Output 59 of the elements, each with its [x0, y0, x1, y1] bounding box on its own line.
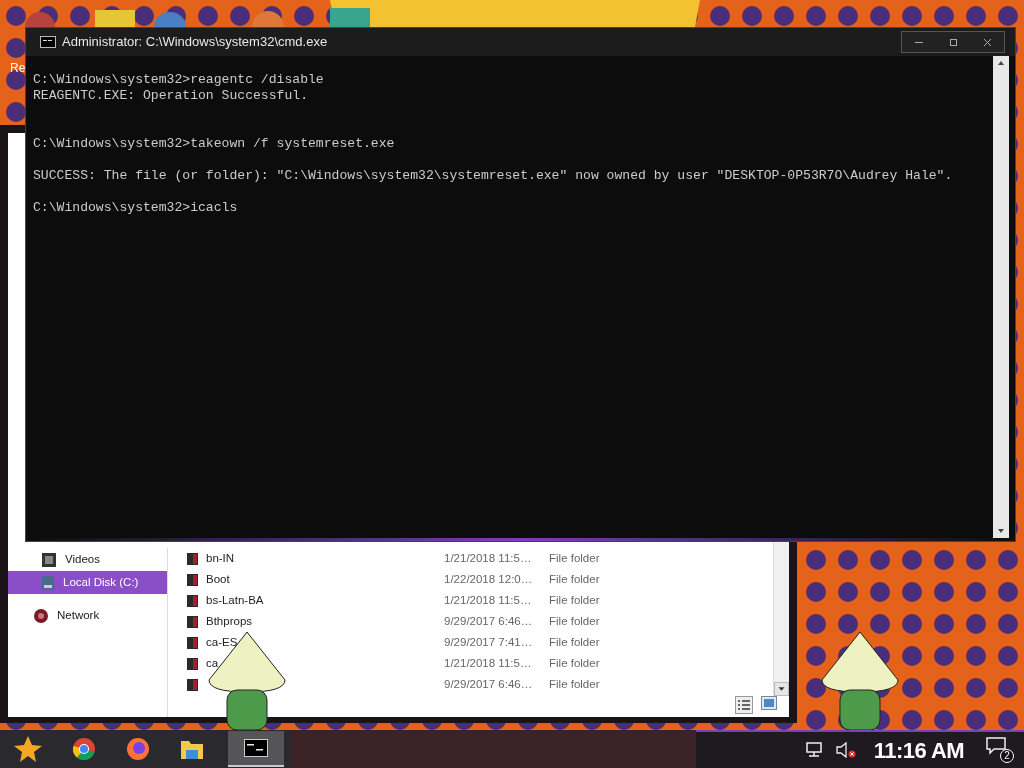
file-date: 9/29/2017 6:46…	[444, 676, 534, 692]
console-icon	[40, 36, 56, 48]
console-line: C:\Windows\system32>takeown /f systemreset.exe	[33, 136, 396, 152]
desktop-icon[interactable]	[25, 10, 55, 27]
file-date: 1/21/2018 11:5…	[444, 655, 533, 671]
minimize-icon	[915, 41, 923, 43]
desktop-icon[interactable]	[252, 10, 284, 27]
file-date: 9/29/2017 7:41…	[444, 634, 534, 650]
file-type: File folder	[549, 613, 600, 629]
sidebar-item[interactable]: Videos	[8, 548, 167, 571]
file-type: File folder	[549, 676, 600, 692]
console-line: C:\Windows\system32>icacls	[33, 200, 239, 216]
notification-count: 2	[1000, 749, 1014, 763]
file-name[interactable]: ca	[206, 654, 444, 673]
close-icon	[983, 38, 991, 46]
file-type: File folder	[549, 571, 600, 587]
folder-icon	[186, 614, 199, 629]
volume-icon[interactable]	[835, 742, 856, 758]
folder-icon	[186, 551, 199, 566]
file-name[interactable]: bs-Latn-BA	[206, 591, 444, 610]
file-name[interactable]: Bthprops	[206, 612, 444, 631]
file-name[interactable]: ca-ES	[206, 633, 444, 652]
sidebar-item[interactable]: Network	[8, 604, 167, 627]
folder-icon	[186, 635, 199, 650]
maximize-icon	[949, 38, 957, 46]
console-line: SUCCESS: The file (or folder): "C:\Windows\system32\systemreset.exe" now owned by user "DESKTOP-0P53R7O\Audrey Hale".	[33, 168, 954, 184]
file-date: 1/21/2018 11:5…	[444, 550, 533, 566]
details-view-icon[interactable]	[735, 696, 753, 714]
file-date: 1/22/2018 12:0…	[444, 571, 534, 587]
file-date: 1/21/2018 11:5…	[444, 592, 533, 608]
console-icon	[244, 739, 268, 757]
drive-icon	[41, 574, 55, 591]
notification-icon	[986, 737, 1006, 755]
console-line: C:\Windows\system32>reagentc /disable	[33, 72, 325, 88]
start-icon	[14, 736, 42, 762]
file-date: 9/29/2017 6:46…	[444, 613, 534, 629]
folder-icon	[186, 656, 199, 671]
folder-icon	[186, 593, 199, 608]
sidebar-item[interactable]: Local Disk (C:)	[8, 571, 167, 594]
folder-icon	[186, 572, 199, 587]
preview-view-icon[interactable]	[761, 696, 777, 710]
file-type: File folder	[549, 550, 600, 566]
chrome-icon	[72, 737, 96, 761]
clock[interactable]: 11:16 AM	[873, 733, 964, 767]
notification-button[interactable]: 2	[986, 737, 1014, 763]
file-type: File folder	[549, 655, 600, 671]
window-title: Administrator: C:\Windows\system32\cmd.exe	[62, 33, 329, 52]
scroll-down-icon[interactable]	[774, 682, 789, 696]
desktop-icon[interactable]	[154, 12, 186, 27]
file-type: File folder	[549, 592, 600, 608]
console-line: REAGENTC.EXE: Operation Successful.	[33, 88, 309, 104]
folder-icon	[180, 738, 204, 760]
taskbar-button[interactable]	[228, 731, 284, 767]
file-name[interactable]: Boot	[206, 570, 444, 589]
folder-icon	[186, 677, 199, 692]
file-type: File folder	[549, 634, 600, 650]
file-name[interactable]: bn-IN	[206, 549, 444, 568]
network-icon[interactable]	[805, 742, 824, 758]
scrollbar[interactable]	[993, 56, 1009, 538]
